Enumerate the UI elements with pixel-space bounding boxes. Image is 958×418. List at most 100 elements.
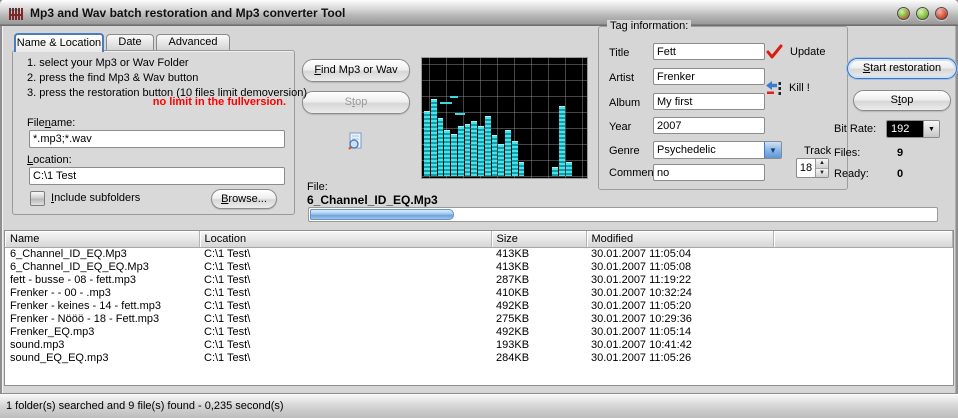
spectrum-bar [492, 135, 498, 176]
close-button[interactable] [935, 7, 948, 20]
update-button[interactable]: Update [766, 44, 825, 59]
minimize-button[interactable] [897, 7, 910, 20]
genre-label: Genre [609, 145, 640, 157]
tag-information-group: Tag information: Title Artist Album Year… [598, 26, 848, 190]
comment-label: Comment [609, 167, 657, 179]
spectrum-bar [451, 134, 457, 176]
table-row[interactable]: sound_EQ_EQ.mp3C:\1 Test\284KB30.01.2007… [5, 352, 953, 365]
ready-count: 0 [897, 168, 903, 180]
spectrum-visualizer [421, 57, 588, 179]
spectrum-bar [471, 121, 477, 176]
stop-search-button[interactable]: Stop [302, 91, 410, 114]
bitrate-dropdown-icon[interactable]: ▼ [923, 121, 939, 137]
file-list: Name Location Size Modified 6_Channel_ID… [4, 230, 954, 386]
year-label: Year [609, 121, 631, 133]
track-label: Track [804, 145, 831, 157]
spectrum-bar [458, 126, 464, 176]
spectrum-bar [465, 124, 471, 176]
genre-dropdown-icon[interactable]: ▼ [764, 142, 781, 158]
spectrum-bar [431, 99, 437, 176]
spectrum-bars [424, 60, 585, 176]
album-input[interactable] [653, 93, 765, 110]
spectrum-dash [450, 96, 458, 98]
tab-date[interactable]: Date [106, 34, 154, 51]
include-subfolders-label: Include subfolders [51, 192, 140, 204]
bitrate-value: 192 [887, 121, 923, 137]
bitrate-label: Bit Rate: [834, 123, 876, 135]
genre-value: Psychedelic [654, 142, 764, 158]
table-row[interactable]: sound.mp3C:\1 Test\193KB30.01.2007 10:41… [5, 339, 953, 352]
artist-label: Artist [609, 72, 634, 84]
genre-combobox[interactable]: Psychedelic ▼ [653, 141, 782, 159]
files-label: Files: [834, 147, 860, 159]
column-header-location[interactable]: Location [199, 231, 491, 247]
spectrum-bar [485, 116, 491, 176]
table-row[interactable]: fett - busse - 08 - fett.mp3C:\1 Test\28… [5, 274, 953, 287]
find-mp3-wav-button[interactable]: Find Mp3 or Wav [302, 59, 410, 82]
table-row[interactable]: Frenker - Nööö - 18 - Fett.mp3C:\1 Test\… [5, 313, 953, 326]
title-label: Title [609, 47, 629, 59]
title-bar[interactable]: Mp3 and Wav batch restoration and Mp3 co… [0, 0, 958, 26]
location-label: Location: [27, 154, 72, 166]
spectrum-bar [566, 162, 572, 176]
spectrum-bar [512, 141, 518, 176]
table-row[interactable]: Frenker_EQ.mp3C:\1 Test\492KB30.01.2007 … [5, 326, 953, 339]
instruction-line-1: 1. select your Mp3 or Wav Folder [27, 57, 189, 69]
stop-restoration-button[interactable]: Stop [853, 90, 951, 111]
filename-input[interactable] [29, 130, 285, 148]
include-subfolders-checkbox[interactable] [30, 191, 45, 206]
ready-label: Ready: [834, 168, 869, 180]
track-down-icon[interactable]: ▼ [816, 169, 828, 178]
column-header-modified[interactable]: Modified [586, 231, 773, 247]
spectrum-bar [424, 111, 430, 176]
spectrum-bar [444, 130, 450, 176]
column-header-extra [773, 231, 953, 247]
spectrum-bar [478, 126, 484, 176]
table-row[interactable]: 6_Channel_ID_EQ.Mp3C:\1 Test\413KB30.01.… [5, 247, 953, 261]
window-title: Mp3 and Wav batch restoration and Mp3 co… [30, 6, 345, 20]
artist-input[interactable] [653, 68, 765, 85]
red-check-icon [766, 44, 783, 59]
status-bar: 1 folder(s) searched and 9 file(s) found… [0, 393, 958, 418]
table-row[interactable]: 6_Channel_ID_EQ_EQ.Mp3C:\1 Test\413KB30.… [5, 261, 953, 274]
track-spinner[interactable]: 18 ▲ ▼ [796, 158, 829, 178]
kill-button[interactable]: Kill ! [766, 80, 810, 96]
spectrum-bar [519, 162, 525, 176]
column-header-size[interactable]: Size [491, 231, 586, 247]
spectrum-bar [498, 144, 504, 176]
start-restoration-button[interactable]: Start restoration [847, 58, 957, 79]
spectrum-dash [455, 113, 465, 115]
table-row[interactable]: Frenker - - 00 - .mp3C:\1 Test\410KB30.0… [5, 287, 953, 300]
maximize-button[interactable] [916, 7, 929, 20]
files-count: 9 [897, 147, 903, 159]
instruction-line-2: 2. press the find Mp3 & Wav button [27, 72, 198, 84]
track-value: 18 [797, 159, 815, 177]
equalizer-app-icon [8, 5, 24, 21]
bitrate-combobox[interactable]: 192 ▼ [886, 120, 940, 138]
status-text: 1 folder(s) searched and 9 file(s) found… [6, 400, 284, 412]
location-input[interactable] [29, 167, 285, 185]
file-search-icon [346, 131, 366, 151]
tab-advanced[interactable]: Advanced [156, 34, 230, 51]
browse-button[interactable]: Browse... [211, 189, 277, 209]
table-row[interactable]: Frenker - keines - 14 - fett.mp3C:\1 Tes… [5, 300, 953, 313]
file-table-body: 6_Channel_ID_EQ.Mp3C:\1 Test\413KB30.01.… [5, 247, 953, 365]
progress-fill [310, 209, 454, 220]
tab-name-location[interactable]: Name & Location [14, 33, 104, 52]
column-header-name[interactable]: Name [5, 231, 199, 247]
album-label: Album [609, 97, 640, 109]
comment-input[interactable] [653, 164, 765, 181]
demo-note: no limit in the fullversion. [153, 96, 286, 108]
filename-label: Filename: [27, 117, 75, 129]
spectrum-bar [438, 118, 444, 176]
tag-information-legend: Tag information: [607, 20, 691, 32]
restoration-progress-bar [308, 207, 938, 222]
spectrum-bar [505, 130, 511, 176]
current-file-name: 6_Channel_ID_EQ.Mp3 [307, 193, 438, 207]
year-input[interactable] [653, 117, 765, 134]
spectrum-bar [552, 167, 558, 176]
track-up-icon[interactable]: ▲ [816, 159, 828, 169]
kill-arrow-icon [766, 80, 782, 96]
spectrum-bar [559, 106, 565, 176]
title-input[interactable] [653, 43, 765, 60]
